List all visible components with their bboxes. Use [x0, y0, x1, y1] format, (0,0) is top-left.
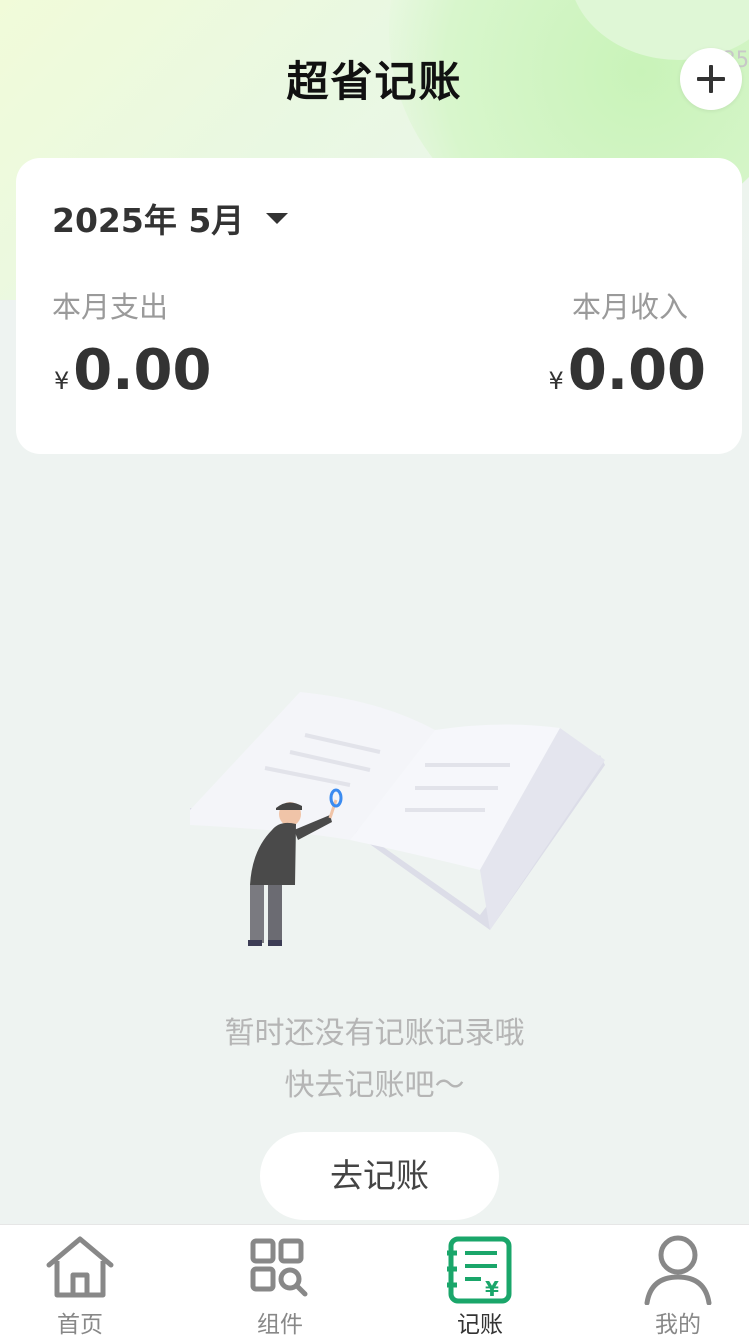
tab-label: 组件	[257, 1312, 303, 1338]
expense-label: 本月支出	[52, 290, 169, 324]
income-label: 本月收入	[571, 290, 688, 324]
expense-amount: ¥ 0.00	[54, 338, 211, 403]
tab-mine[interactable]: 我的	[598, 1225, 749, 1343]
home-icon	[46, 1236, 114, 1298]
expense-value: 0.00	[73, 338, 212, 403]
go-record-button[interactable]: 去记账	[260, 1132, 499, 1220]
month-selector[interactable]: 2025年 5月	[52, 194, 289, 242]
tab-components[interactable]: 组件	[200, 1225, 360, 1343]
empty-submessage: 快去记账吧～	[284, 1068, 465, 1103]
tab-records[interactable]: ¥ 记账	[400, 1225, 560, 1343]
svg-text:¥: ¥	[485, 1277, 499, 1301]
bottom-tab-bar: 首页 组件 ¥ 记账 我的	[0, 1224, 749, 1343]
month-label: 2025年 5月	[52, 201, 245, 240]
tab-label: 记账	[457, 1312, 503, 1338]
month-summary-card: 2025年 5月 本月支出 本月收入 ¥ 0.00 ¥ 0.00	[16, 158, 742, 454]
ledger-icon: ¥	[447, 1236, 512, 1304]
tab-label: 首页	[57, 1312, 103, 1338]
caret-down-icon	[266, 212, 289, 224]
add-button[interactable]	[680, 48, 742, 110]
empty-message: 暂时还没有记账记录哦	[224, 1016, 525, 1051]
grid-search-icon	[250, 1238, 308, 1297]
user-icon	[644, 1235, 712, 1305]
tab-label: 我的	[655, 1312, 701, 1338]
income-value: 0.00	[567, 338, 706, 403]
currency-symbol: ¥	[54, 367, 70, 395]
tab-home[interactable]: 首页	[0, 1225, 160, 1343]
page-title: 超省记账	[286, 57, 463, 106]
empty-book-illustration	[190, 692, 605, 946]
income-amount: ¥ 0.00	[549, 338, 706, 403]
currency-symbol: ¥	[548, 367, 564, 395]
plus-icon	[697, 65, 725, 93]
